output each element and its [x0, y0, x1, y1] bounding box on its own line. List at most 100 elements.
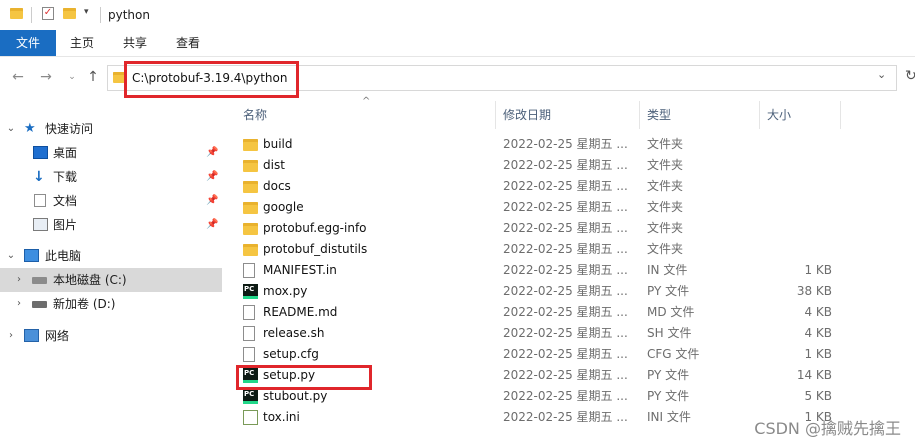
file-row[interactable]: PC mox.py 2022-02-25 星期五 ... PY 文件 38 KB — [240, 281, 915, 302]
column-divider[interactable] — [759, 101, 760, 129]
watermark: CSDN @擒贼先擒王 — [754, 419, 901, 438]
file-type: 文件夹 — [647, 158, 684, 172]
recent-locations-icon[interactable]: ⌄ — [64, 69, 80, 85]
file-row[interactable]: README.md 2022-02-25 星期五 ... MD 文件 4 KB — [240, 302, 915, 323]
file-size: 14 KB — [796, 368, 832, 382]
nav-downloads[interactable]: ↓ 下载 📌 — [0, 165, 222, 189]
pin-icon[interactable]: 📌 — [206, 189, 218, 213]
nav-documents[interactable]: 文档 📌 — [0, 189, 222, 213]
column-size[interactable]: 大小 — [767, 104, 791, 126]
chevron-right-icon[interactable]: › — [14, 292, 24, 316]
nav-pictures[interactable]: 图片 📌 — [0, 213, 222, 237]
nav-label: 下载 — [53, 170, 78, 184]
chevron-right-icon[interactable]: › — [14, 268, 24, 292]
nav-label: 桌面 — [53, 146, 78, 160]
file-type: MD 文件 — [647, 305, 695, 319]
file-row[interactable]: dist 2022-02-25 星期五 ... 文件夹 — [240, 155, 915, 176]
up-arrow-icon[interactable]: ↑ — [85, 69, 101, 85]
folder-icon — [243, 244, 258, 256]
network-icon — [24, 329, 39, 342]
pin-icon[interactable]: 📌 — [206, 141, 218, 165]
file-date: 2022-02-25 星期五 ... — [503, 242, 628, 256]
column-divider[interactable] — [639, 101, 640, 129]
file-type: SH 文件 — [647, 326, 692, 340]
setup-py-highlight-box — [236, 365, 372, 390]
file-row[interactable]: MANIFEST.in 2022-02-25 星期五 ... IN 文件 1 KB — [240, 260, 915, 281]
folder-icon — [243, 223, 258, 235]
file-row[interactable]: setup.cfg 2022-02-25 星期五 ... CFG 文件 1 KB — [240, 344, 915, 365]
file-row[interactable]: docs 2022-02-25 星期五 ... 文件夹 — [240, 176, 915, 197]
chevron-right-icon[interactable]: › — [6, 324, 16, 348]
file-type: 文件夹 — [647, 137, 684, 151]
document-icon — [243, 263, 255, 278]
ribbon: 文件 主页 共享 查看 — [0, 30, 915, 57]
nav-label: 本地磁盘 (C:) — [53, 273, 127, 287]
column-name[interactable]: 名称 — [243, 104, 267, 126]
column-type[interactable]: 类型 — [647, 104, 671, 126]
file-name: docs — [263, 179, 291, 193]
tab-share[interactable]: 共享 — [123, 30, 147, 56]
desktop-icon — [33, 146, 48, 159]
window-title: python — [108, 8, 150, 22]
chevron-down-icon[interactable]: ⌄ — [877, 68, 886, 81]
refresh-icon[interactable]: ↻ — [905, 68, 915, 84]
address-highlight-box — [124, 61, 299, 98]
file-type: 文件夹 — [647, 179, 684, 193]
file-name: release.sh — [263, 326, 325, 340]
file-row[interactable]: release.sh 2022-02-25 星期五 ... SH 文件 4 KB — [240, 323, 915, 344]
pin-icon[interactable]: 📌 — [206, 213, 218, 237]
pin-icon[interactable]: 📌 — [206, 165, 218, 189]
file-name: mox.py — [263, 284, 308, 298]
chevron-down-icon[interactable]: ⌄ — [6, 117, 16, 141]
back-arrow-icon[interactable]: ← — [10, 69, 26, 85]
nav-quick-access[interactable]: ⌄ ★ 快速访问 — [0, 117, 222, 141]
folder-icon — [10, 8, 23, 19]
nav-label: 此电脑 — [45, 249, 82, 263]
file-date: 2022-02-25 星期五 ... — [503, 326, 628, 340]
nav-drive-c[interactable]: › 本地磁盘 (C:) — [0, 268, 222, 292]
file-name: google — [263, 200, 304, 214]
nav-this-pc[interactable]: ⌄ 此电脑 — [0, 244, 222, 268]
nav-label: 文档 — [53, 194, 78, 208]
document-icon — [243, 326, 255, 341]
quick-access-dropdown-icon[interactable]: ▾ — [84, 7, 89, 17]
file-type: CFG 文件 — [647, 347, 700, 361]
document-icon — [243, 347, 255, 362]
folder-icon — [243, 160, 258, 172]
pictures-icon — [33, 218, 48, 231]
file-name: tox.ini — [263, 410, 300, 424]
file-date: 2022-02-25 星期五 ... — [503, 200, 628, 214]
tab-file[interactable]: 文件 — [0, 30, 56, 56]
file-date: 2022-02-25 星期五 ... — [503, 347, 628, 361]
folder-icon — [243, 202, 258, 214]
column-divider[interactable] — [840, 101, 841, 129]
file-size: 4 KB — [804, 305, 832, 319]
file-row[interactable]: protobuf.egg-info 2022-02-25 星期五 ... 文件夹 — [240, 218, 915, 239]
tab-view[interactable]: 查看 — [176, 30, 200, 56]
file-type: PY 文件 — [647, 284, 690, 298]
nav-desktop[interactable]: 桌面 📌 — [0, 141, 222, 165]
new-folder-icon[interactable] — [63, 8, 76, 19]
file-date: 2022-02-25 星期五 ... — [503, 263, 628, 277]
forward-arrow-icon[interactable]: → — [38, 69, 54, 85]
properties-icon[interactable]: ✓ — [42, 7, 54, 20]
file-row[interactable]: build 2022-02-25 星期五 ... 文件夹 — [240, 134, 915, 155]
column-date[interactable]: 修改日期 — [503, 104, 551, 126]
file-date: 2022-02-25 星期五 ... — [503, 410, 628, 424]
file-size: 5 KB — [804, 389, 832, 403]
file-date: 2022-02-25 星期五 ... — [503, 158, 628, 172]
file-name: README.md — [263, 305, 338, 319]
file-row[interactable]: protobuf_distutils 2022-02-25 星期五 ... 文件夹 — [240, 239, 915, 260]
chevron-down-icon[interactable]: ⌄ — [6, 244, 16, 268]
nav-label: 网络 — [45, 329, 70, 343]
tab-home[interactable]: 主页 — [70, 30, 94, 56]
nav-label: 图片 — [53, 218, 78, 232]
file-size: 1 KB — [804, 263, 832, 277]
file-row[interactable]: google 2022-02-25 星期五 ... 文件夹 — [240, 197, 915, 218]
file-list: ^ 名称 修改日期 类型 大小 build 2022-02-25 星期五 ... 文… — [222, 96, 915, 445]
drive-icon — [32, 301, 47, 308]
nav-network[interactable]: › 网络 — [0, 324, 222, 348]
column-divider[interactable] — [495, 101, 496, 129]
nav-drive-d[interactable]: › 新加卷 (D:) — [0, 292, 222, 316]
ini-file-icon — [243, 410, 258, 425]
